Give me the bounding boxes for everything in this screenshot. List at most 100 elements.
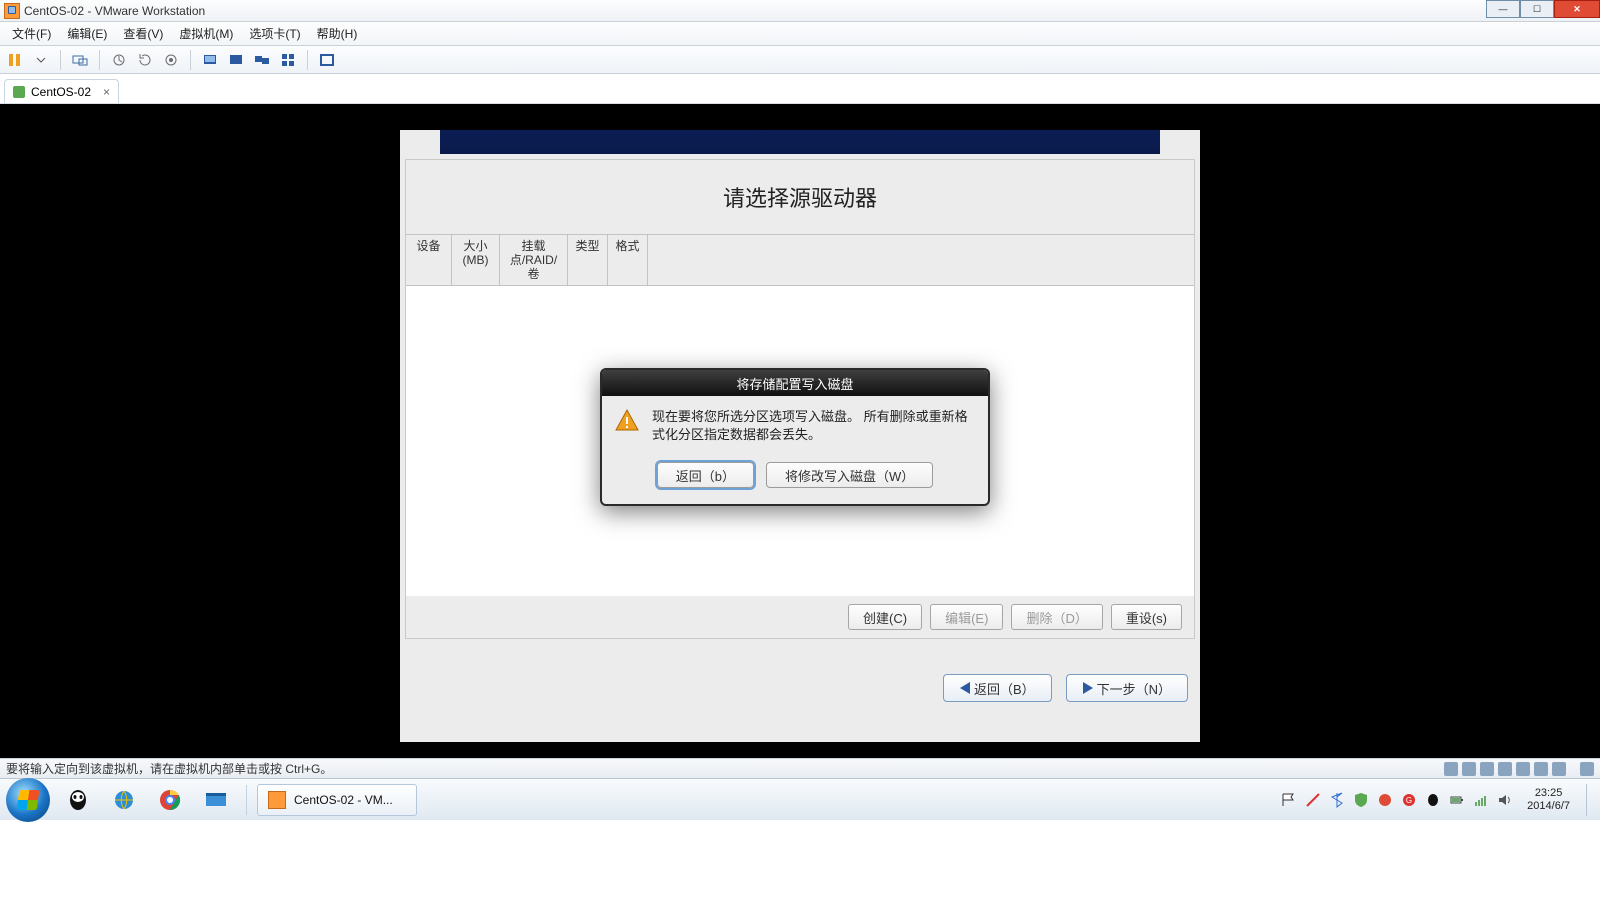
ie-icon[interactable] <box>104 784 144 816</box>
vm-status-icon <box>13 86 25 98</box>
sound-icon[interactable] <box>1516 762 1530 776</box>
arrow-left-icon <box>960 682 970 694</box>
status-bar: 要将输入定向到该虚拟机，请在虚拟机内部单击或按 Ctrl+G。 <box>0 758 1600 778</box>
tray-battery-icon[interactable] <box>1449 792 1465 808</box>
tray-shield-icon[interactable] <box>1353 792 1369 808</box>
back-label: 返回（B） <box>974 679 1035 698</box>
chrome-icon[interactable] <box>150 784 190 816</box>
vm-device-tray <box>1444 762 1594 776</box>
minimize-button[interactable]: — <box>1486 0 1520 18</box>
snapshot-icon[interactable] <box>108 50 130 70</box>
col-format[interactable]: 格式 <box>608 235 648 285</box>
dialog-body: 现在要将您所选分区选项写入磁盘。 所有删除或重新格式化分区指定数据都会丢失。 <box>602 396 988 456</box>
arrow-right-icon <box>1083 682 1093 694</box>
window-buttons: — ☐ ✕ <box>1486 0 1600 21</box>
col-device[interactable]: 设备 <box>406 235 452 285</box>
taskbar-separator <box>246 785 247 815</box>
tray-app2-icon[interactable]: G <box>1401 792 1417 808</box>
explorer-icon[interactable] <box>196 784 236 816</box>
column-headers: 设备 大小 (MB) 挂载点/RAID/卷 类型 格式 <box>406 234 1194 286</box>
nav-buttons: 返回（B） 下一步（N） <box>400 644 1200 702</box>
edit-button: 编辑(E) <box>930 604 1003 630</box>
delete-button: 删除（D） <box>1011 604 1102 630</box>
message-log-icon[interactable] <box>1580 762 1594 776</box>
separator <box>99 50 100 70</box>
taskbar: CentOS-02 - VM... G 23:25 2014/6/7 <box>0 778 1600 820</box>
menu-view[interactable]: 查看(V) <box>115 23 171 44</box>
col-size[interactable]: 大小 (MB) <box>452 235 500 285</box>
menubar: 文件(F) 编辑(E) 查看(V) 虚拟机(M) 选项卡(T) 帮助(H) <box>0 22 1600 46</box>
tab-label: CentOS-02 <box>31 85 91 99</box>
toolbar <box>0 46 1600 74</box>
confirm-dialog: 将存储配置写入磁盘 现在要将您所选分区选项写入磁盘。 所有删除或重新格式化分区指… <box>600 368 990 506</box>
tray-qq-icon[interactable] <box>1425 792 1441 808</box>
reset-button[interactable]: 重设(s) <box>1111 604 1182 630</box>
taskbar-task-vmware[interactable]: CentOS-02 - VM... <box>257 784 417 816</box>
panel-title: 请选择源驱动器 <box>406 160 1194 234</box>
cd-icon[interactable] <box>1462 762 1476 776</box>
warning-icon <box>614 408 640 434</box>
pause-icon[interactable] <box>4 50 26 70</box>
menu-file[interactable]: 文件(F) <box>4 23 59 44</box>
panel-buttons: 创建(C) 编辑(E) 删除（D） 重设(s) <box>406 596 1194 638</box>
show-console-icon[interactable] <box>199 50 221 70</box>
tab-strip: CentOS-02 × <box>0 74 1600 104</box>
separator <box>307 50 308 70</box>
tray-flag-icon[interactable] <box>1281 792 1297 808</box>
col-type[interactable]: 类型 <box>568 235 608 285</box>
qq-icon[interactable] <box>58 784 98 816</box>
status-text: 要将输入定向到该虚拟机，请在虚拟机内部单击或按 Ctrl+G。 <box>6 760 332 777</box>
tab-close-icon[interactable]: × <box>103 85 110 99</box>
display-icon[interactable] <box>1552 762 1566 776</box>
unity-icon[interactable] <box>277 50 299 70</box>
separator <box>60 50 61 70</box>
menu-tabs[interactable]: 选项卡(T) <box>241 23 308 44</box>
next-button[interactable]: 下一步（N） <box>1066 674 1188 702</box>
create-button[interactable]: 创建(C) <box>848 604 922 630</box>
tray-bluetooth-icon[interactable] <box>1329 792 1345 808</box>
dialog-message: 现在要将您所选分区选项写入磁盘。 所有删除或重新格式化分区指定数据都会丢失。 <box>652 408 976 444</box>
fullscreen-icon[interactable] <box>316 50 338 70</box>
net-icon[interactable] <box>1480 762 1494 776</box>
dialog-write-button[interactable]: 将修改写入磁盘（W） <box>766 462 933 488</box>
taskbar-clock[interactable]: 23:25 2014/6/7 <box>1527 787 1570 813</box>
usb-icon[interactable] <box>1498 762 1512 776</box>
start-button[interactable] <box>6 778 50 822</box>
window-title: CentOS-02 - VMware Workstation <box>24 4 205 18</box>
separator <box>190 50 191 70</box>
clock-time: 23:25 <box>1527 787 1570 800</box>
task-label: CentOS-02 - VM... <box>294 793 393 807</box>
revert-icon[interactable] <box>134 50 156 70</box>
vm-display[interactable]: 请选择源驱动器 设备 大小 (MB) 挂载点/RAID/卷 类型 格式 创建(C… <box>0 104 1600 758</box>
tray-wifi-icon[interactable] <box>1473 792 1489 808</box>
menu-edit[interactable]: 编辑(E) <box>59 23 115 44</box>
close-button[interactable]: ✕ <box>1554 0 1600 18</box>
tray-volume-icon[interactable] <box>1497 792 1513 808</box>
tab-centos[interactable]: CentOS-02 × <box>4 79 119 103</box>
tray-app1-icon[interactable] <box>1377 792 1393 808</box>
show-desktop-button[interactable] <box>1586 784 1594 816</box>
dialog-buttons: 返回（b） 将修改写入磁盘（W） <box>602 456 988 504</box>
dialog-back-button[interactable]: 返回（b） <box>657 462 754 488</box>
svg-text:G: G <box>1406 796 1412 805</box>
multi-monitor-icon[interactable] <box>251 50 273 70</box>
installer-banner <box>440 130 1160 154</box>
app-icon <box>4 3 20 19</box>
tray-updater-icon[interactable] <box>1305 792 1321 808</box>
devices-icon[interactable] <box>69 50 91 70</box>
vmware-icon <box>268 791 286 809</box>
back-button[interactable]: 返回（B） <box>943 674 1052 702</box>
thumbnail-icon[interactable] <box>225 50 247 70</box>
next-label: 下一步（N） <box>1097 679 1171 698</box>
menu-help[interactable]: 帮助(H) <box>309 23 366 44</box>
col-mount[interactable]: 挂载点/RAID/卷 <box>500 235 568 285</box>
systray: G 23:25 2014/6/7 <box>1281 784 1594 816</box>
hd-icon[interactable] <box>1444 762 1458 776</box>
maximize-button[interactable]: ☐ <box>1520 0 1554 18</box>
dropdown-icon[interactable] <box>30 50 52 70</box>
clock-date: 2014/6/7 <box>1527 800 1570 813</box>
menu-vm[interactable]: 虚拟机(M) <box>171 23 241 44</box>
manage-snapshot-icon[interactable] <box>160 50 182 70</box>
printer-icon[interactable] <box>1534 762 1548 776</box>
titlebar: CentOS-02 - VMware Workstation — ☐ ✕ <box>0 0 1600 22</box>
